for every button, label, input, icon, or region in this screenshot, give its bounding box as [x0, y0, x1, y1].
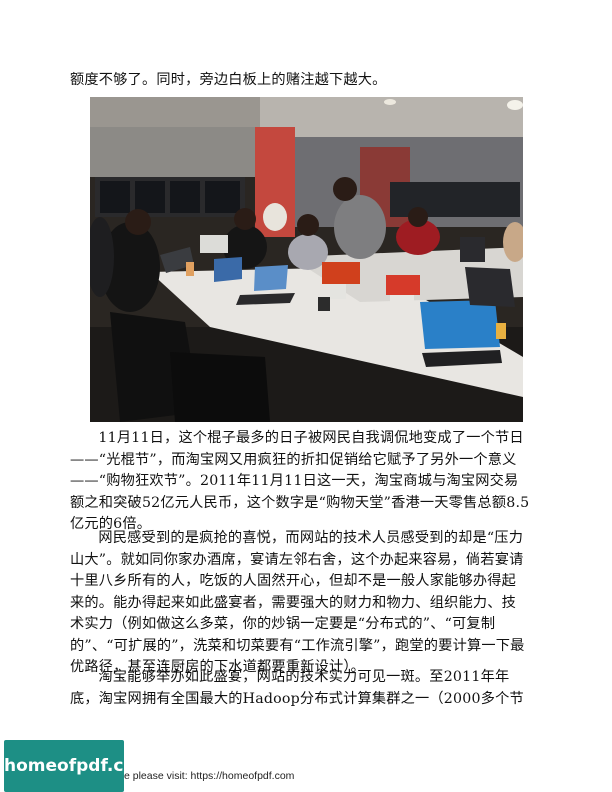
paragraph-1: 11月11日，这个棍子最多的日子被网民自我调侃地变成了一个节日——“光棍节”，而…: [70, 430, 530, 532]
office-photo: [90, 97, 523, 422]
homeofpdf-logo[interactable]: homeofpdf.com: [4, 740, 153, 792]
footer-visit-text: e please visit: https://homeofpdf.com: [124, 770, 295, 782]
intro-line: 额度不够了。同时，旁边白板上的赌注越下越大。: [70, 72, 387, 88]
paragraph-2: 网民感受到的是疯抢的喜悦，而网站的技术人员感受到的却是“压力山大”。就如同你家办…: [70, 530, 525, 675]
paragraph-3: 淘宝能够举办如此盛宴，网站的技术实力可见一斑。至2011年年底，淘宝网拥有全国最…: [70, 669, 524, 707]
